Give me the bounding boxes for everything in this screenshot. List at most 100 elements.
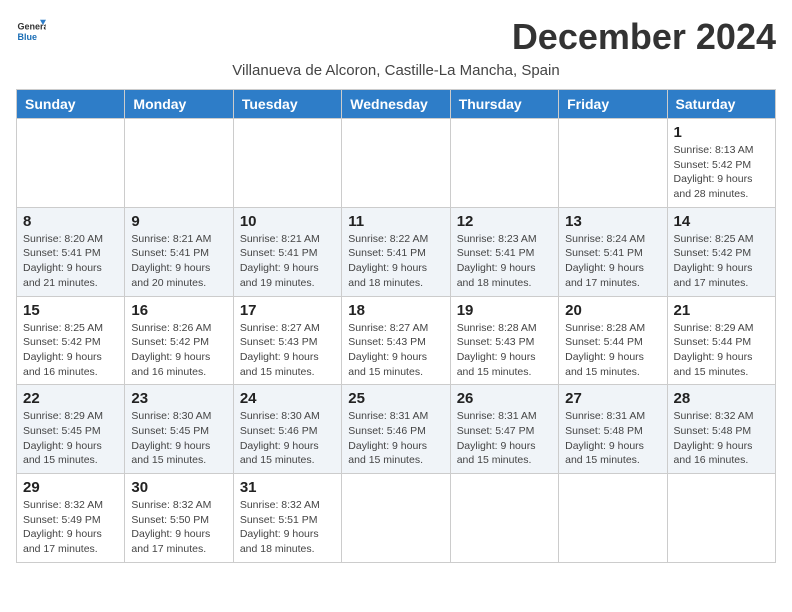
calendar-week-row: 22 Sunrise: 8:29 AMSunset: 5:45 PMDaylig… [17,385,776,474]
table-row: 25 Sunrise: 8:31 AMSunset: 5:46 PMDaylig… [342,385,450,474]
day-number: 20 [565,302,660,319]
day-info: Sunrise: 8:31 AMSunset: 5:47 PMDaylight:… [457,410,537,466]
day-number: 21 [674,302,769,319]
day-info: Sunrise: 8:32 AMSunset: 5:49 PMDaylight:… [23,499,103,555]
day-info: Sunrise: 8:27 AMSunset: 5:43 PMDaylight:… [348,322,428,378]
table-row: 13 Sunrise: 8:24 AMSunset: 5:41 PMDaylig… [559,207,667,296]
page-container: General Blue December 2024 Villanueva de… [16,16,776,563]
day-info: Sunrise: 8:32 AMSunset: 5:51 PMDaylight:… [240,499,320,555]
day-number: 15 [23,302,118,319]
table-row: 16 Sunrise: 8:26 AMSunset: 5:42 PMDaylig… [125,296,233,385]
col-friday: Friday [559,90,667,119]
table-row [559,119,667,208]
table-row: 12 Sunrise: 8:23 AMSunset: 5:41 PMDaylig… [450,207,558,296]
day-number: 28 [674,390,769,407]
day-number: 30 [131,479,226,496]
day-info: Sunrise: 8:28 AMSunset: 5:44 PMDaylight:… [565,322,645,378]
day-number: 16 [131,302,226,319]
col-tuesday: Tuesday [233,90,341,119]
table-row: 17 Sunrise: 8:27 AMSunset: 5:43 PMDaylig… [233,296,341,385]
day-number: 22 [23,390,118,407]
table-row [233,119,341,208]
day-number: 12 [457,213,552,230]
table-row [17,119,125,208]
col-monday: Monday [125,90,233,119]
table-row: 30 Sunrise: 8:32 AMSunset: 5:50 PMDaylig… [125,474,233,563]
day-number: 13 [565,213,660,230]
table-row [450,474,558,563]
day-info: Sunrise: 8:28 AMSunset: 5:43 PMDaylight:… [457,322,537,378]
svg-text:General: General [18,22,47,32]
day-info: Sunrise: 8:13 AMSunset: 5:42 PMDaylight:… [674,144,754,200]
table-row: 27 Sunrise: 8:31 AMSunset: 5:48 PMDaylig… [559,385,667,474]
calendar-week-row: 1 Sunrise: 8:13 AMSunset: 5:42 PMDayligh… [17,119,776,208]
day-number: 26 [457,390,552,407]
calendar-week-row: 15 Sunrise: 8:25 AMSunset: 5:42 PMDaylig… [17,296,776,385]
day-info: Sunrise: 8:26 AMSunset: 5:42 PMDaylight:… [131,322,211,378]
day-number: 14 [674,213,769,230]
day-number: 9 [131,213,226,230]
day-number: 10 [240,213,335,230]
table-row: 26 Sunrise: 8:31 AMSunset: 5:47 PMDaylig… [450,385,558,474]
day-info: Sunrise: 8:29 AMSunset: 5:45 PMDaylight:… [23,410,103,466]
day-info: Sunrise: 8:23 AMSunset: 5:41 PMDaylight:… [457,233,537,289]
day-info: Sunrise: 8:31 AMSunset: 5:46 PMDaylight:… [348,410,428,466]
calendar-week-row: 8 Sunrise: 8:20 AMSunset: 5:41 PMDayligh… [17,207,776,296]
table-row: 19 Sunrise: 8:28 AMSunset: 5:43 PMDaylig… [450,296,558,385]
table-row: 22 Sunrise: 8:29 AMSunset: 5:45 PMDaylig… [17,385,125,474]
day-number: 8 [23,213,118,230]
table-row: 10 Sunrise: 8:21 AMSunset: 5:41 PMDaylig… [233,207,341,296]
day-info: Sunrise: 8:31 AMSunset: 5:48 PMDaylight:… [565,410,645,466]
table-row [342,119,450,208]
calendar-table: Sunday Monday Tuesday Wednesday Thursday… [16,89,776,563]
calendar-week-row: 29 Sunrise: 8:32 AMSunset: 5:49 PMDaylig… [17,474,776,563]
day-info: Sunrise: 8:20 AMSunset: 5:41 PMDaylight:… [23,233,103,289]
day-info: Sunrise: 8:24 AMSunset: 5:41 PMDaylight:… [565,233,645,289]
day-number: 11 [348,213,443,230]
table-row: 15 Sunrise: 8:25 AMSunset: 5:42 PMDaylig… [17,296,125,385]
table-row [559,474,667,563]
header: General Blue December 2024 [16,16,776,58]
day-info: Sunrise: 8:29 AMSunset: 5:44 PMDaylight:… [674,322,754,378]
table-row: 9 Sunrise: 8:21 AMSunset: 5:41 PMDayligh… [125,207,233,296]
day-info: Sunrise: 8:30 AMSunset: 5:45 PMDaylight:… [131,410,211,466]
day-number: 17 [240,302,335,319]
day-info: Sunrise: 8:25 AMSunset: 5:42 PMDaylight:… [674,233,754,289]
header-row: Sunday Monday Tuesday Wednesday Thursday… [17,90,776,119]
day-info: Sunrise: 8:22 AMSunset: 5:41 PMDaylight:… [348,233,428,289]
day-info: Sunrise: 8:27 AMSunset: 5:43 PMDaylight:… [240,322,320,378]
day-number: 18 [348,302,443,319]
svg-text:Blue: Blue [18,32,38,42]
table-row: 29 Sunrise: 8:32 AMSunset: 5:49 PMDaylig… [17,474,125,563]
day-number: 25 [348,390,443,407]
logo-icon: General Blue [16,16,46,46]
day-info: Sunrise: 8:32 AMSunset: 5:50 PMDaylight:… [131,499,211,555]
day-info: Sunrise: 8:30 AMSunset: 5:46 PMDaylight:… [240,410,320,466]
table-row: 23 Sunrise: 8:30 AMSunset: 5:45 PMDaylig… [125,385,233,474]
table-row [450,119,558,208]
col-sunday: Sunday [17,90,125,119]
table-row: 11 Sunrise: 8:22 AMSunset: 5:41 PMDaylig… [342,207,450,296]
day-number: 23 [131,390,226,407]
logo: General Blue [16,16,46,46]
table-row: 8 Sunrise: 8:20 AMSunset: 5:41 PMDayligh… [17,207,125,296]
col-thursday: Thursday [450,90,558,119]
day-info: Sunrise: 8:21 AMSunset: 5:41 PMDaylight:… [131,233,211,289]
day-number: 29 [23,479,118,496]
location-title: Villanueva de Alcoron, Castille-La Manch… [16,62,776,79]
table-row [125,119,233,208]
day-info: Sunrise: 8:25 AMSunset: 5:42 PMDaylight:… [23,322,103,378]
table-row [667,474,775,563]
col-saturday: Saturday [667,90,775,119]
col-wednesday: Wednesday [342,90,450,119]
day-number: 27 [565,390,660,407]
table-row: 28 Sunrise: 8:32 AMSunset: 5:48 PMDaylig… [667,385,775,474]
table-row: 20 Sunrise: 8:28 AMSunset: 5:44 PMDaylig… [559,296,667,385]
day-number: 24 [240,390,335,407]
day-number: 19 [457,302,552,319]
day-number: 1 [674,124,769,141]
day-info: Sunrise: 8:21 AMSunset: 5:41 PMDaylight:… [240,233,320,289]
table-row: 24 Sunrise: 8:30 AMSunset: 5:46 PMDaylig… [233,385,341,474]
day-info: Sunrise: 8:32 AMSunset: 5:48 PMDaylight:… [674,410,754,466]
table-row: 21 Sunrise: 8:29 AMSunset: 5:44 PMDaylig… [667,296,775,385]
